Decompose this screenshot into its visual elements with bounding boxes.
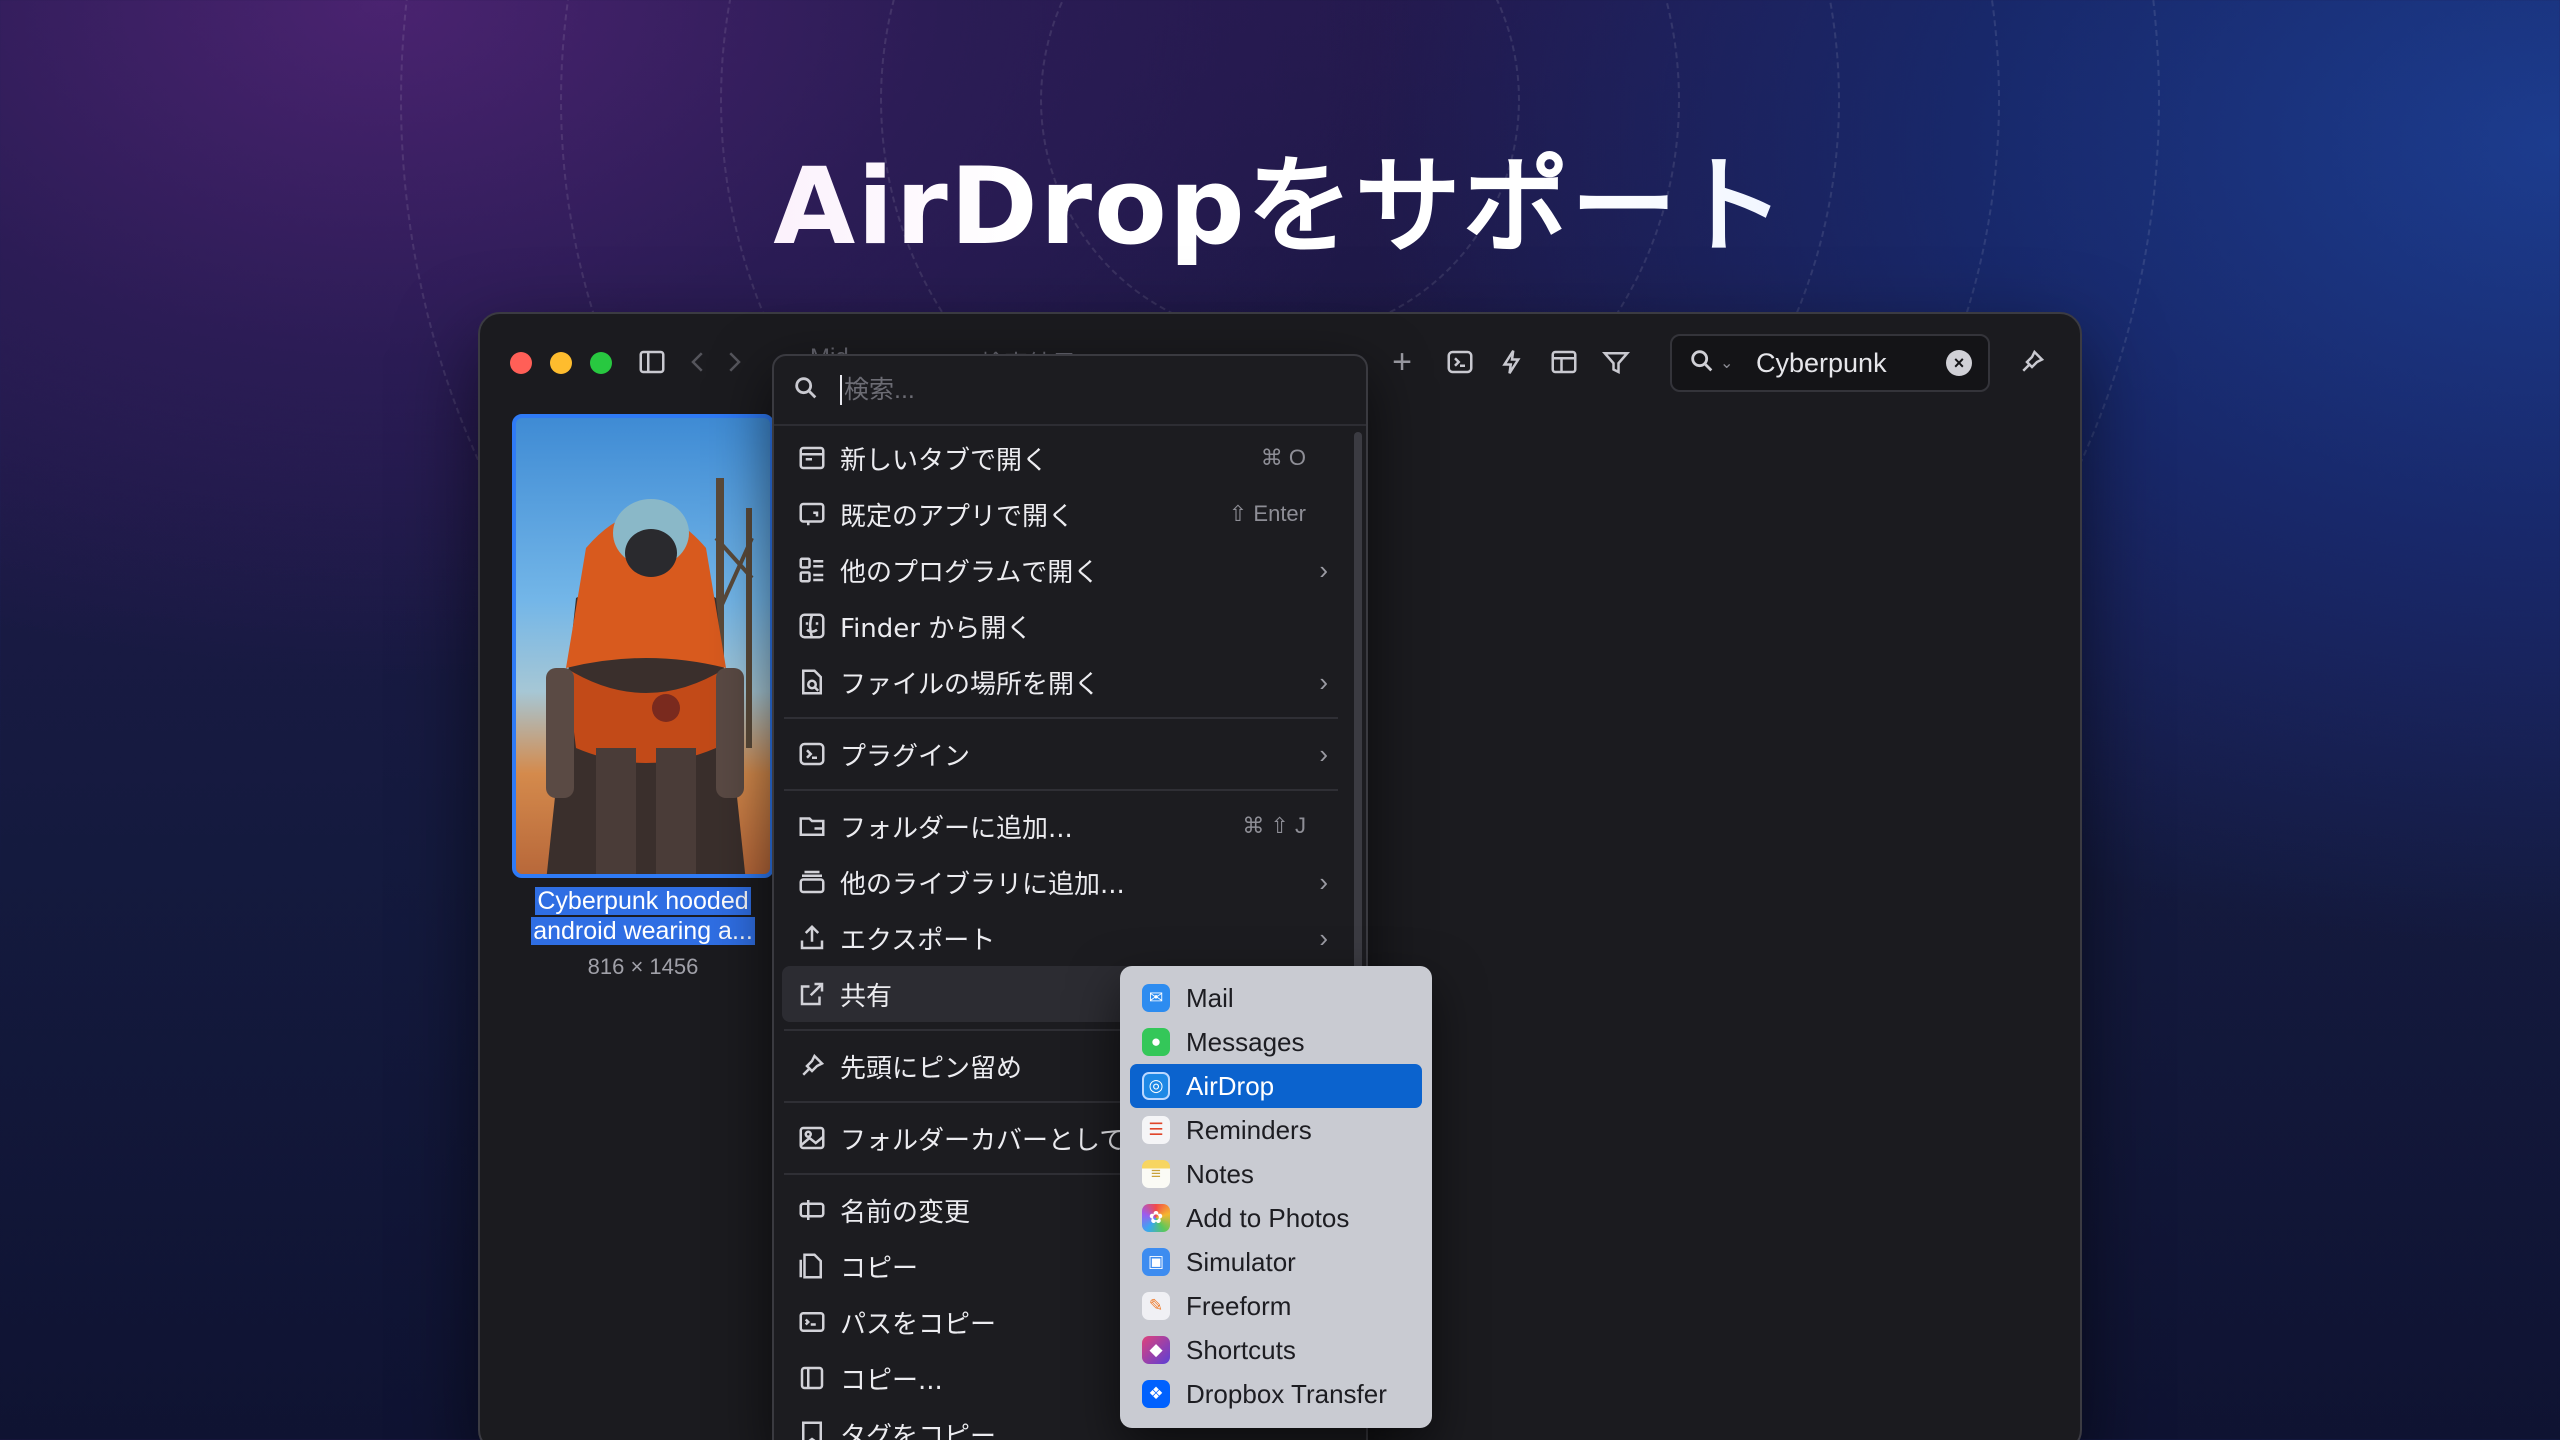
- tag-icon: [796, 1418, 828, 1440]
- chevron-right-icon: ›: [1319, 922, 1328, 953]
- search-field[interactable]: ⌄ Cyberpunk ×: [1670, 334, 1990, 392]
- menu-item-open-new-tab[interactable]: 新しいタブで開く ⌘ O: [782, 430, 1358, 486]
- terminal-icon: [796, 738, 828, 770]
- zoom-window-button[interactable]: [590, 352, 612, 374]
- rename-icon: [796, 1194, 828, 1226]
- chevron-right-icon: ›: [1319, 666, 1328, 697]
- freeform-icon: ✎: [1142, 1292, 1170, 1320]
- layout-icon[interactable]: [1542, 340, 1586, 384]
- menu-item-open-other-program[interactable]: 他のプログラムで開く ›: [782, 542, 1358, 598]
- terminal-icon[interactable]: [1438, 340, 1482, 384]
- share-submenu: ✉ Mail ● Messages ◎ AirDrop ☰ Reminders …: [1120, 966, 1432, 1428]
- file-search-icon: [796, 666, 828, 698]
- forward-icon[interactable]: [712, 340, 756, 384]
- new-tab-icon: [796, 442, 828, 474]
- chevron-right-icon: ›: [1319, 554, 1328, 585]
- menu-item-add-to-folder[interactable]: フォルダーに追加... ⌘ ⇧ J: [782, 798, 1358, 854]
- copy-more-icon: [796, 1362, 828, 1394]
- menu-search: [774, 356, 1366, 426]
- folder-add-icon: [796, 810, 828, 842]
- share-icon: [796, 978, 828, 1010]
- pin-window-icon[interactable]: [2010, 340, 2054, 384]
- library-icon: [796, 866, 828, 898]
- android-illustration: [546, 478, 754, 874]
- filter-icon[interactable]: [1594, 340, 1638, 384]
- caption-line-2: android wearing a...: [531, 917, 755, 945]
- item-caption[interactable]: Cyberpunk hooded android wearing a...: [508, 886, 778, 946]
- minimize-window-button[interactable]: [550, 352, 572, 374]
- menu-separator: [784, 789, 1338, 791]
- messages-icon: ●: [1142, 1028, 1170, 1056]
- chevron-right-icon: ›: [1319, 738, 1328, 769]
- search-icon: [792, 374, 820, 407]
- share-item-reminders[interactable]: ☰ Reminders: [1130, 1108, 1422, 1152]
- export-icon: [796, 922, 828, 954]
- share-item-add-to-photos[interactable]: ✿ Add to Photos: [1130, 1196, 1422, 1240]
- menu-item-open-file-location[interactable]: ファイルの場所を開く ›: [782, 654, 1358, 710]
- menu-search-input[interactable]: [844, 375, 1324, 405]
- menu-item-plugins[interactable]: プラグイン ›: [782, 726, 1358, 782]
- dropbox-icon: ❖: [1142, 1380, 1170, 1408]
- simulator-icon: ▣: [1142, 1248, 1170, 1276]
- image-thumbnail[interactable]: [512, 414, 774, 878]
- image-icon: [796, 1122, 828, 1154]
- share-item-dropbox-transfer[interactable]: ❖ Dropbox Transfer: [1130, 1372, 1422, 1416]
- apps-grid-icon: [796, 554, 828, 586]
- finder-icon: [796, 610, 828, 642]
- share-item-notes[interactable]: ≡ Notes: [1130, 1152, 1422, 1196]
- caption-line-1: Cyberpunk hooded: [535, 887, 751, 915]
- pin-icon: [796, 1050, 828, 1082]
- add-tab-button[interactable]: +: [1380, 340, 1424, 384]
- share-item-shortcuts[interactable]: ◆ Shortcuts: [1130, 1328, 1422, 1372]
- path-icon: [796, 1306, 828, 1338]
- menu-item-add-to-other-library[interactable]: 他のライブラリに追加... ›: [782, 854, 1358, 910]
- search-icon: [1688, 347, 1716, 380]
- photos-icon: ✿: [1142, 1204, 1170, 1232]
- notes-icon: ≡: [1142, 1160, 1170, 1188]
- shortcuts-icon: ◆: [1142, 1336, 1170, 1364]
- clear-search-button[interactable]: ×: [1946, 350, 1972, 376]
- share-item-freeform[interactable]: ✎ Freeform: [1130, 1284, 1422, 1328]
- reminders-icon: ☰: [1142, 1116, 1170, 1144]
- chevron-down-icon[interactable]: ⌄: [1720, 353, 1736, 373]
- image-dimensions: 816 × 1456: [587, 954, 699, 979]
- headline: AirDropをサポート: [0, 120, 2560, 274]
- lightning-icon[interactable]: [1490, 340, 1534, 384]
- menu-item-export[interactable]: エクスポート ›: [782, 910, 1358, 966]
- menu-item-open-finder[interactable]: Finder から開く: [782, 598, 1358, 654]
- menu-separator: [784, 717, 1338, 719]
- copy-icon: [796, 1250, 828, 1282]
- text-caret: [840, 375, 842, 405]
- sidebar-toggle-icon[interactable]: [630, 340, 674, 384]
- share-item-airdrop[interactable]: ◎ AirDrop: [1130, 1064, 1422, 1108]
- airdrop-icon: ◎: [1142, 1072, 1170, 1100]
- close-window-button[interactable]: [510, 352, 532, 374]
- menu-item-open-default-app[interactable]: 既定のアプリで開く ⇧ Enter: [782, 486, 1358, 542]
- mail-icon: ✉: [1142, 984, 1170, 1012]
- search-value[interactable]: Cyberpunk: [1756, 348, 1946, 379]
- chevron-right-icon: ›: [1319, 866, 1328, 897]
- share-item-simulator[interactable]: ▣ Simulator: [1130, 1240, 1422, 1284]
- share-item-mail[interactable]: ✉ Mail: [1130, 976, 1422, 1020]
- open-app-icon: [796, 498, 828, 530]
- share-item-messages[interactable]: ● Messages: [1130, 1020, 1422, 1064]
